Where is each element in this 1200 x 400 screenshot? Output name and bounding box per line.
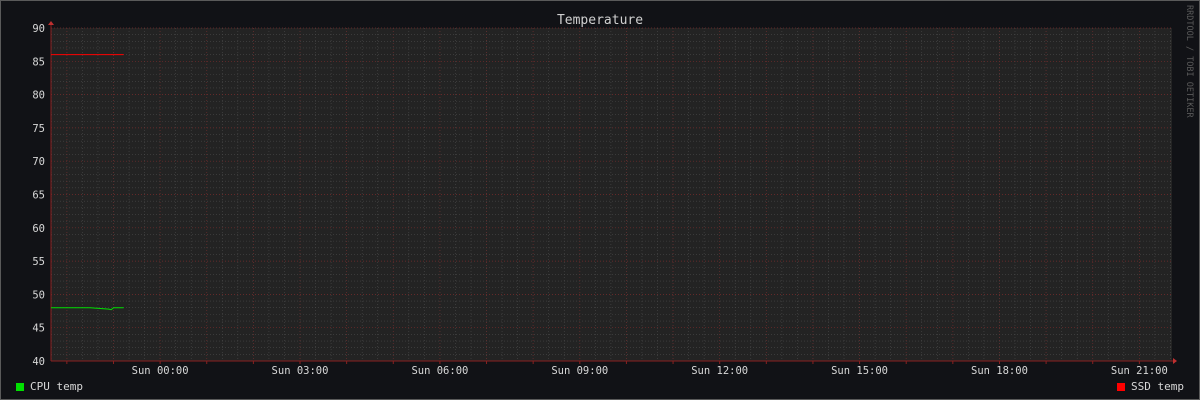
temperature-chart: 40 45 50 55 60 65 70 75 80 85 90 Sun 00:00 Sun 03:00… bbox=[32, 5, 1194, 377]
legend-item-ssd-temp: SSD temp bbox=[1117, 380, 1184, 393]
y-tick-label: 65 bbox=[32, 190, 45, 202]
legend-item-cpu-temp: CPU temp bbox=[16, 380, 83, 393]
y-tick-label: 85 bbox=[32, 56, 45, 68]
chart-panel: 40 45 50 55 60 65 70 75 80 85 90 Sun 00:00 Sun 03:00… bbox=[0, 0, 1200, 400]
legend-label-ssd-temp: SSD temp bbox=[1131, 380, 1184, 393]
legend-swatch-cpu bbox=[16, 382, 24, 391]
x-tick-label: Sun 03:00 bbox=[272, 365, 329, 377]
rrdtool-watermark: RRDTOOL / TOBI OETIKER bbox=[1184, 5, 1194, 118]
legend-swatch-ssd bbox=[1117, 382, 1126, 391]
x-tick-label: Sun 21:00 bbox=[1111, 365, 1168, 377]
y-tick-label: 40 bbox=[32, 356, 45, 368]
y-tick-label: 75 bbox=[32, 123, 45, 135]
x-tick-label: Sun 18:00 bbox=[971, 365, 1028, 377]
legend-label-cpu-temp: CPU temp bbox=[30, 380, 83, 393]
y-tick-label: 80 bbox=[32, 90, 45, 102]
y-tick-label: 45 bbox=[32, 323, 45, 335]
x-tick-label: Sun 06:00 bbox=[411, 365, 468, 377]
y-tick-label: 70 bbox=[32, 156, 45, 168]
x-tick-label: Sun 09:00 bbox=[551, 365, 608, 377]
x-tick-label: Sun 00:00 bbox=[132, 365, 189, 377]
y-axis-arrow bbox=[48, 21, 54, 25]
chart-title: Temperature bbox=[557, 13, 643, 28]
y-tick-label: 50 bbox=[32, 289, 45, 301]
y-tick-label: 90 bbox=[32, 23, 45, 35]
x-tick-label: Sun 12:00 bbox=[691, 365, 748, 377]
x-tick-label: Sun 15:00 bbox=[831, 365, 888, 377]
y-tick-label: 55 bbox=[32, 256, 45, 268]
x-axis-arrow bbox=[1173, 358, 1177, 364]
y-tick-label: 60 bbox=[32, 223, 45, 235]
